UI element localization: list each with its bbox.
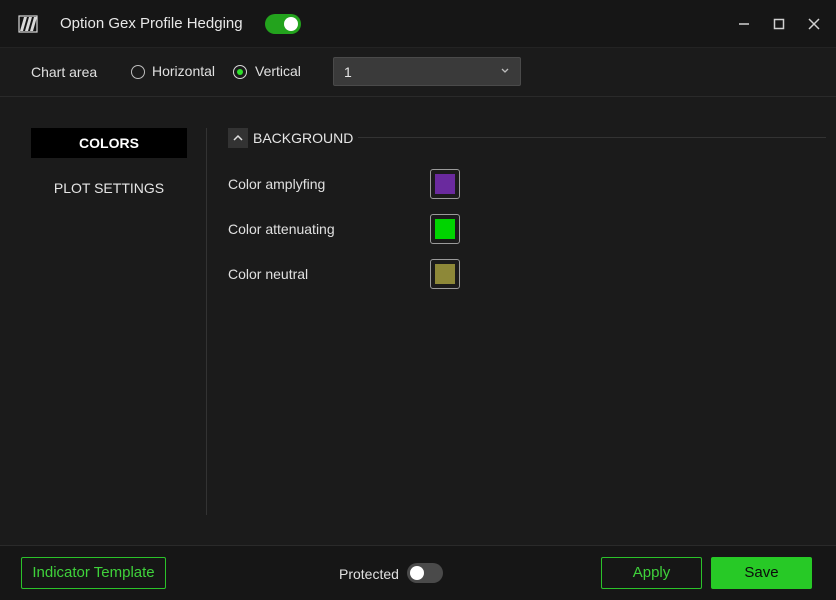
radio-vertical-label[interactable]: Vertical [255, 63, 301, 79]
apply-button[interactable]: Apply [601, 557, 702, 589]
sidebar-divider [206, 128, 207, 515]
color-row-neutral: Color neutral [228, 259, 468, 289]
close-icon[interactable] [804, 14, 824, 34]
radio-horizontal-label[interactable]: Horizontal [152, 63, 215, 79]
section-title: BACKGROUND [253, 130, 354, 146]
radio-horizontal[interactable] [131, 65, 145, 79]
color-picker-attenuating[interactable] [430, 214, 460, 244]
color-row-attenuating: Color attenuating [228, 214, 468, 244]
color-label: Color neutral [228, 266, 309, 282]
chart-area-toolbar: Chart area Horizontal Vertical 1 [0, 48, 836, 97]
color-picker-neutral[interactable] [430, 259, 460, 289]
save-button[interactable]: Save [711, 557, 812, 589]
radio-vertical[interactable] [233, 65, 247, 79]
color-row-amplifying: Color amplyfing [228, 169, 468, 199]
sidebar-item-plot-settings[interactable]: PLOT SETTINGS [31, 173, 187, 203]
select-value: 1 [344, 64, 352, 80]
sidebar-item-colors[interactable]: COLORS [31, 128, 187, 158]
window-title: Option Gex Profile Hedging [60, 15, 243, 32]
collapse-section-button[interactable] [228, 128, 248, 148]
section-divider [358, 137, 826, 138]
app-logo-icon [18, 15, 38, 33]
indicator-template-button[interactable]: Indicator Template [21, 557, 166, 589]
footer-bar: Indicator Template Protected Apply Save [0, 545, 836, 600]
color-label: Color amplyfing [228, 176, 326, 192]
background-section-header: BACKGROUND [228, 128, 826, 148]
title-bar: Option Gex Profile Hedging [0, 0, 836, 48]
color-label: Color attenuating [228, 221, 335, 237]
color-swatch [435, 219, 455, 239]
protected-label: Protected [339, 566, 399, 582]
color-swatch [435, 264, 455, 284]
chevron-down-icon [501, 68, 509, 73]
toggle-knob [284, 17, 298, 31]
toggle-knob [410, 566, 424, 580]
indicator-enabled-toggle[interactable] [265, 14, 301, 34]
protected-toggle[interactable] [407, 563, 443, 583]
chart-area-label: Chart area [31, 64, 98, 80]
chevron-up-icon [233, 134, 243, 141]
maximize-icon[interactable] [769, 14, 789, 34]
minimize-icon[interactable] [734, 14, 754, 34]
color-picker-amplifying[interactable] [430, 169, 460, 199]
color-swatch [435, 174, 455, 194]
chart-area-select[interactable]: 1 [333, 57, 521, 86]
